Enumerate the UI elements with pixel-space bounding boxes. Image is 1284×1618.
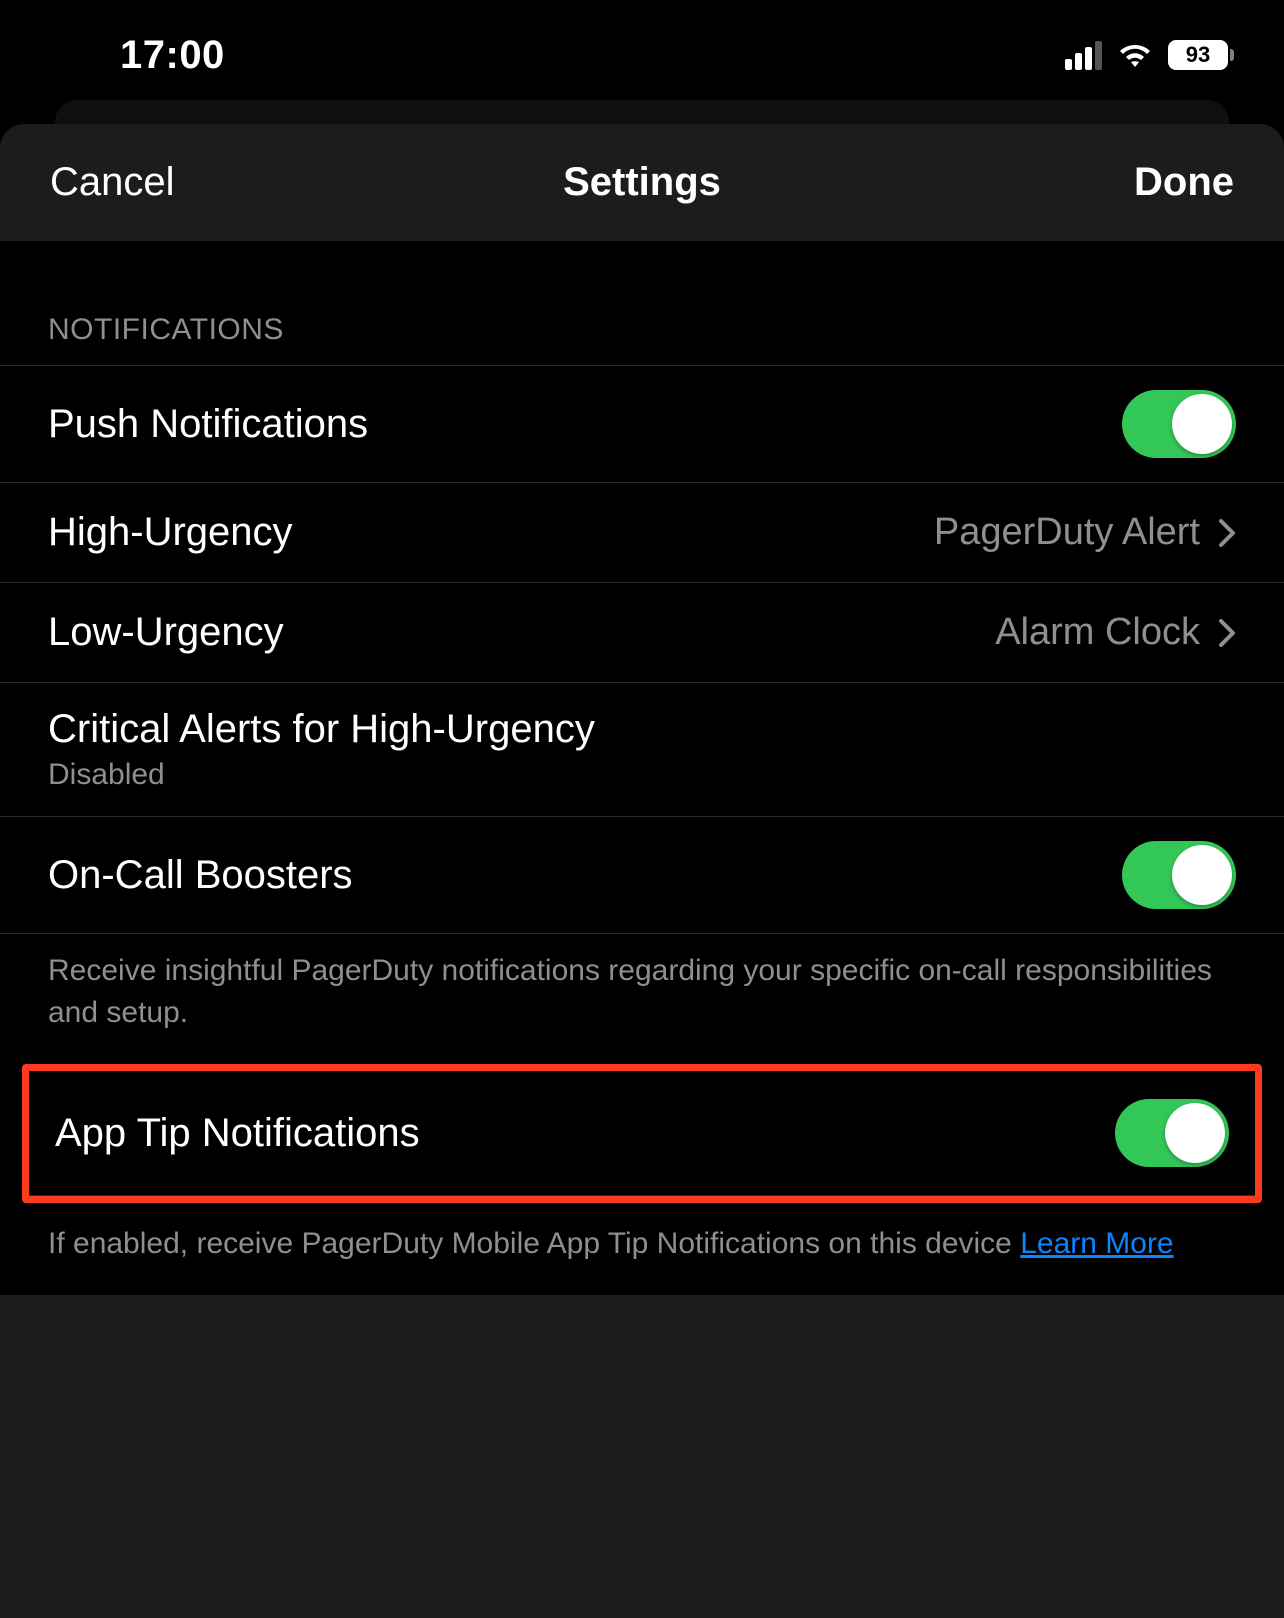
learn-more-link[interactable]: Learn More — [1020, 1227, 1173, 1260]
row-app-tip-notifications[interactable]: App Tip Notifications — [29, 1071, 1255, 1196]
highlight-app-tip: App Tip Notifications — [22, 1064, 1262, 1203]
wifi-icon — [1116, 41, 1154, 69]
battery-icon: 93 — [1168, 40, 1234, 70]
toggle-push-notifications[interactable] — [1122, 390, 1236, 458]
row-push-notifications[interactable]: Push Notifications — [0, 365, 1284, 482]
cancel-button[interactable]: Cancel — [50, 160, 445, 205]
done-button[interactable]: Done — [839, 160, 1234, 205]
toggle-app-tip-notifications[interactable] — [1115, 1099, 1229, 1167]
battery-level: 93 — [1168, 40, 1228, 70]
nav-bar: Cancel Settings Done — [0, 124, 1284, 241]
section-header-notifications: NOTIFICATIONS — [0, 313, 1284, 365]
toggle-oncall-boosters[interactable] — [1122, 841, 1236, 909]
row-oncall-boosters[interactable]: On-Call Boosters — [0, 816, 1284, 933]
row-value: Alarm Clock — [995, 611, 1200, 654]
footer-oncall-boosters: Receive insightful PagerDuty notificatio… — [0, 933, 1284, 1064]
status-icons: 93 — [1065, 40, 1234, 70]
row-critical-alerts[interactable]: Critical Alerts for High-Urgency Disable… — [0, 682, 1284, 816]
settings-content: NOTIFICATIONS Push Notifications High-Ur… — [0, 241, 1284, 1295]
footer-app-tip: If enabled, receive PagerDuty Mobile App… — [0, 1203, 1284, 1295]
chevron-right-icon — [1218, 619, 1236, 647]
chevron-right-icon — [1218, 519, 1236, 547]
row-sublabel: Disabled — [48, 758, 595, 792]
row-value: PagerDuty Alert — [934, 511, 1200, 554]
row-low-urgency[interactable]: Low-Urgency Alarm Clock — [0, 582, 1284, 682]
row-label: App Tip Notifications — [55, 1111, 420, 1156]
footer-text: If enabled, receive PagerDuty Mobile App… — [48, 1227, 1020, 1260]
page-title: Settings — [445, 160, 840, 205]
status-bar: 17:00 93 — [0, 0, 1284, 100]
row-label: On-Call Boosters — [48, 853, 353, 898]
settings-sheet: Cancel Settings Done NOTIFICATIONS Push … — [0, 124, 1284, 1618]
sheet-underlay — [55, 100, 1229, 134]
row-high-urgency[interactable]: High-Urgency PagerDuty Alert — [0, 482, 1284, 582]
status-time: 17:00 — [120, 33, 225, 78]
row-label: High-Urgency — [48, 510, 293, 555]
row-label: Push Notifications — [48, 402, 368, 447]
row-label: Low-Urgency — [48, 610, 284, 655]
row-label: Critical Alerts for High-Urgency — [48, 707, 595, 752]
cellular-icon — [1065, 40, 1102, 70]
